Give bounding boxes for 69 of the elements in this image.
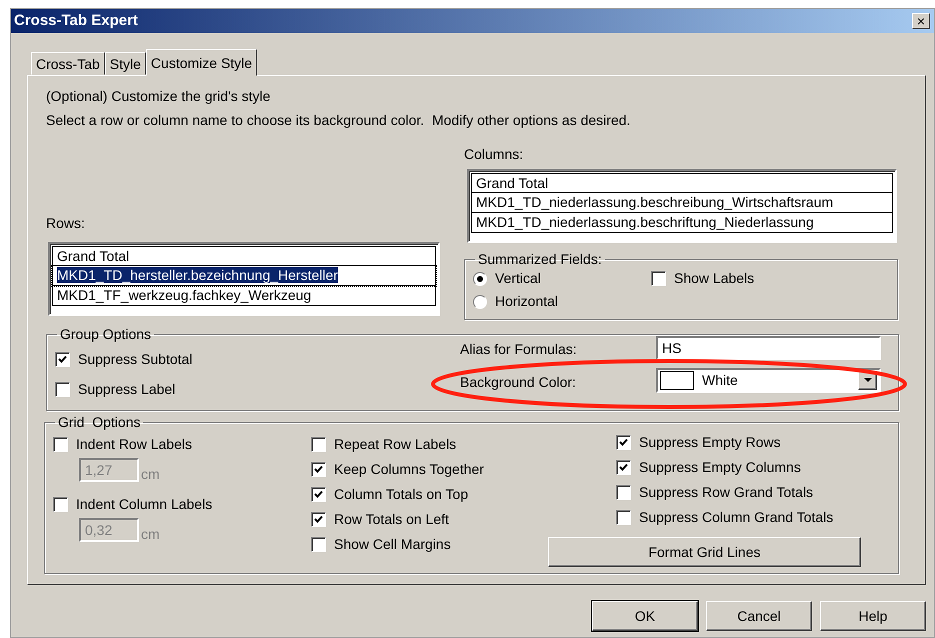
check-icon bbox=[619, 438, 628, 447]
checkbox-label: Suppress Column Grand Totals bbox=[639, 508, 834, 527]
radio-button[interactable] bbox=[473, 272, 487, 286]
alias-field[interactable]: HS bbox=[656, 336, 881, 360]
radio-label: Vertical bbox=[495, 269, 541, 288]
dialog-button[interactable]: Cancel bbox=[706, 601, 812, 631]
list-label: Columns: bbox=[464, 145, 524, 164]
field-label: Background Color: bbox=[460, 373, 577, 392]
instruction-text: Select a row or column name to choose its background color. Modify other options as desired. bbox=[46, 111, 632, 130]
checkbox[interactable] bbox=[53, 436, 68, 452]
checkbox[interactable] bbox=[55, 352, 70, 366]
checkbox[interactable] bbox=[616, 510, 631, 525]
color-swatch bbox=[660, 371, 694, 390]
list-item[interactable]: MKD1_TD_hersteller.bezeichnung_Hersteller bbox=[52, 266, 436, 286]
checkbox[interactable] bbox=[311, 537, 326, 552]
instruction-text: (Optional) Customize the grid's style bbox=[46, 87, 272, 106]
list-item[interactable]: Grand Total bbox=[52, 246, 436, 266]
unit-label: cm bbox=[141, 526, 160, 542]
radio-label: Horizontal bbox=[495, 292, 558, 311]
close-button[interactable]: × bbox=[912, 13, 930, 29]
list-box[interactable]: Grand Total MKD1_TD_niederlassung.beschreibung_Wirtschaftsraum MKD1_TD_niederlassung.beschriftung_Niederlassung bbox=[467, 169, 897, 243]
checkbox-label: Indent Row Labels bbox=[76, 434, 192, 454]
check-icon bbox=[314, 515, 323, 524]
list-item[interactable]: MKD1_TF_werkzeug.fachkey_Werkzeug bbox=[52, 286, 436, 306]
group-title: Group Options bbox=[59, 326, 152, 342]
tab[interactable]: Style bbox=[104, 52, 146, 75]
radio-button[interactable] bbox=[473, 294, 487, 308]
unit-label: cm bbox=[141, 466, 160, 482]
tab[interactable]: Cross-Tab bbox=[31, 52, 105, 75]
dialog-button[interactable]: Help bbox=[820, 601, 926, 631]
checkbox[interactable] bbox=[311, 437, 326, 452]
checkbox[interactable] bbox=[311, 462, 326, 477]
check-icon bbox=[314, 465, 323, 474]
checkbox-label: Repeat Row Labels bbox=[334, 435, 456, 454]
checkbox[interactable] bbox=[311, 487, 326, 502]
checkbox-label: Suppress Label bbox=[78, 380, 176, 399]
checkbox[interactable] bbox=[616, 460, 631, 475]
checkbox-label: Show Cell Margins bbox=[334, 535, 451, 554]
checkbox-label: Column Totals on Top bbox=[334, 485, 468, 504]
checkbox[interactable] bbox=[651, 271, 666, 286]
field-label: Alias for Formulas: bbox=[460, 340, 578, 359]
list-label: Rows: bbox=[46, 214, 86, 233]
checkbox-label: Suppress Empty Rows bbox=[639, 433, 781, 452]
checkbox-label: Row Totals on Left bbox=[334, 510, 449, 529]
checkbox-label: Keep Columns Together bbox=[334, 460, 484, 479]
check-icon bbox=[58, 354, 67, 364]
checkbox[interactable] bbox=[311, 512, 326, 527]
checkbox-label: Indent Column Labels bbox=[76, 494, 212, 514]
group-title: Summarized Fields: bbox=[477, 251, 603, 267]
group-title: Grid Options bbox=[57, 414, 142, 430]
list-item[interactable]: Grand Total bbox=[471, 173, 893, 193]
checkbox[interactable] bbox=[616, 435, 631, 450]
list-item[interactable]: MKD1_TD_niederlassung.beschriftung_Niederlassung bbox=[471, 213, 893, 233]
checkbox-label: Suppress Empty Columns bbox=[639, 458, 801, 477]
checkbox[interactable] bbox=[616, 485, 631, 500]
list-item[interactable]: MKD1_TD_niederlassung.beschreibung_Wirtschaftsraum bbox=[471, 193, 893, 213]
tab[interactable]: Customize Style bbox=[146, 49, 258, 76]
list-box[interactable]: Grand Total MKD1_TD_hersteller.bezeichnung_Hersteller MKD1_TF_werkzeug.fachkey_Werkzeug bbox=[48, 242, 440, 316]
check-icon bbox=[314, 490, 323, 499]
checkbox[interactable] bbox=[55, 382, 70, 396]
color-dropdown[interactable]: White bbox=[656, 368, 881, 393]
checkbox-label: Show Labels bbox=[674, 269, 754, 288]
checkbox-label: Suppress Row Grand Totals bbox=[639, 483, 814, 502]
window-title: Cross-Tab Expert bbox=[14, 10, 138, 31]
check-icon bbox=[619, 463, 628, 472]
dialog-button[interactable]: OK bbox=[592, 601, 698, 631]
checkbox[interactable] bbox=[53, 496, 68, 512]
format-grid-lines-button[interactable]: Format Grid Lines bbox=[548, 537, 861, 567]
checkbox-label: Suppress Subtotal bbox=[78, 350, 192, 369]
